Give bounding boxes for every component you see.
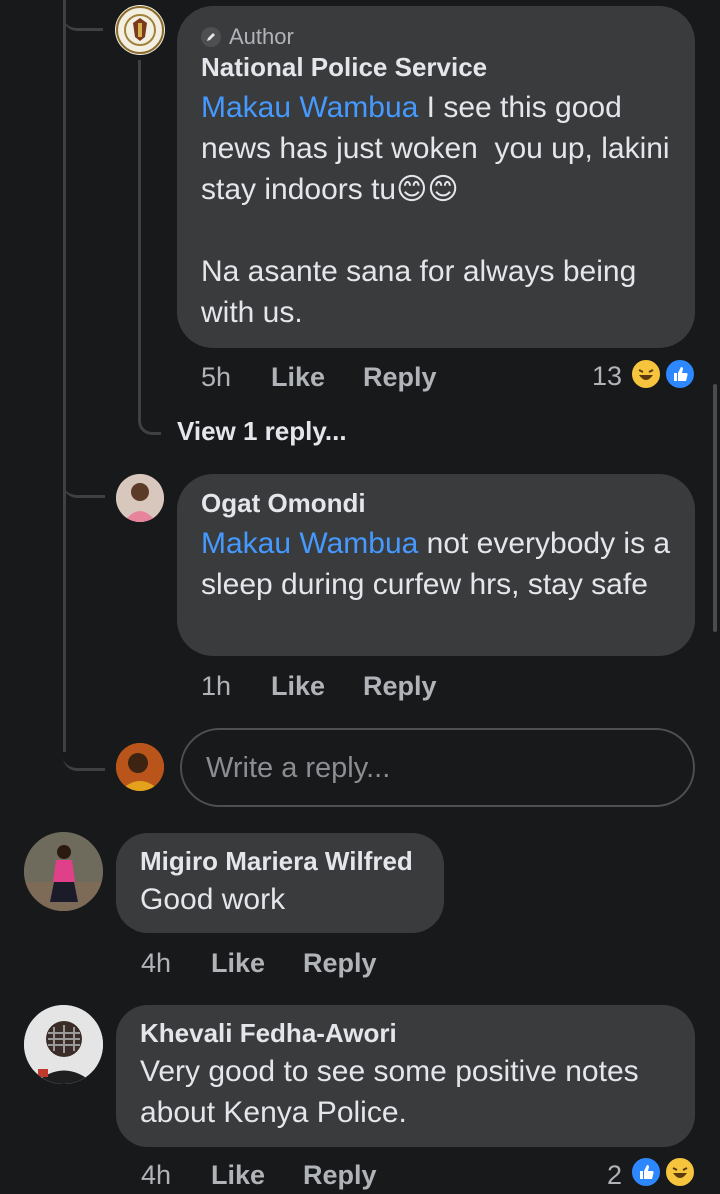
commenter-name[interactable]: National Police Service <box>201 52 671 83</box>
comment-text: Makau Wambua I see this good news has ju… <box>201 87 671 333</box>
khevali-comment-actions: 4h Like Reply <box>141 1160 581 1194</box>
author-badge: Author <box>201 24 671 50</box>
person-photo-icon <box>24 1005 103 1084</box>
author-comment-actions: 5h Like Reply <box>201 362 641 396</box>
reply-button[interactable]: Reply <box>303 948 377 979</box>
like-button[interactable]: Like <box>271 671 325 702</box>
mention-link[interactable]: Makau Wambua <box>201 91 418 124</box>
haha-reaction-icon <box>630 358 662 390</box>
comment-time[interactable]: 1h <box>201 671 231 702</box>
comment-time[interactable]: 4h <box>141 948 171 979</box>
person-photo-icon <box>116 474 164 522</box>
thread-connector <box>63 0 103 31</box>
comment-time[interactable]: 4h <box>141 1160 171 1191</box>
reply-button[interactable]: Reply <box>303 1160 377 1191</box>
migiro-comment-bubble[interactable]: Migiro Mariera Wilfred Good work <box>116 833 444 933</box>
person-photo-icon <box>24 832 103 911</box>
khevali-comment-bubble[interactable]: Khevali Fedha-Awori Very good to see som… <box>116 1005 695 1147</box>
comment-time[interactable]: 5h <box>201 362 231 393</box>
view-replies-link[interactable]: View 1 reply... <box>177 416 347 447</box>
thread-connector <box>63 470 105 498</box>
reaction-count[interactable]: 13 <box>592 361 622 392</box>
author-avatar[interactable] <box>115 5 165 55</box>
khevali-avatar[interactable] <box>24 1005 103 1084</box>
thread-line-outer <box>63 0 66 752</box>
comment-text: Good work <box>140 883 286 916</box>
like-reaction-icon <box>664 358 696 390</box>
author-badge-icon <box>201 27 221 47</box>
ogat-comment-bubble[interactable]: Ogat Omondi Makau Wambua not everybody i… <box>177 474 695 656</box>
ogat-avatar[interactable] <box>116 474 164 522</box>
migiro-avatar[interactable] <box>24 832 103 911</box>
person-photo-icon <box>116 743 164 791</box>
like-button[interactable]: Like <box>211 948 265 979</box>
haha-reaction-icon <box>664 1156 696 1188</box>
police-seal-icon <box>116 6 164 54</box>
comment-text: Makau Wambua not everybody is a sleep du… <box>201 523 671 605</box>
reply-button[interactable]: Reply <box>363 671 437 702</box>
scrollbar[interactable] <box>713 384 717 632</box>
reply-button[interactable]: Reply <box>363 362 437 393</box>
comment-body: I see this good news has just woken you … <box>201 91 670 329</box>
thread-connector <box>63 740 105 771</box>
reaction-count[interactable]: 2 <box>607 1160 622 1191</box>
author-badge-label: Author <box>229 24 294 49</box>
like-reaction-icon <box>630 1156 662 1188</box>
ogat-comment-actions: 1h Like Reply <box>201 671 641 705</box>
commenter-name[interactable]: Migiro Mariera Wilfred <box>140 846 420 877</box>
commenter-name[interactable]: Ogat Omondi <box>201 488 671 519</box>
thread-line-inner <box>138 60 141 410</box>
mention-link[interactable]: Makau Wambua <box>201 527 418 560</box>
migiro-comment-actions: 4h Like Reply <box>141 948 581 982</box>
commenter-name[interactable]: Khevali Fedha-Awori <box>140 1018 671 1049</box>
like-button[interactable]: Like <box>211 1160 265 1191</box>
comment-text: Very good to see some positive notes abo… <box>140 1055 647 1129</box>
reply-input-placeholder: Write a reply... <box>206 752 391 784</box>
thread-connector <box>138 400 161 435</box>
like-button[interactable]: Like <box>271 362 325 393</box>
author-comment-bubble[interactable]: Author National Police Service Makau Wam… <box>177 6 695 348</box>
current-user-avatar <box>116 743 164 791</box>
reply-input[interactable]: Write a reply... <box>180 728 695 807</box>
